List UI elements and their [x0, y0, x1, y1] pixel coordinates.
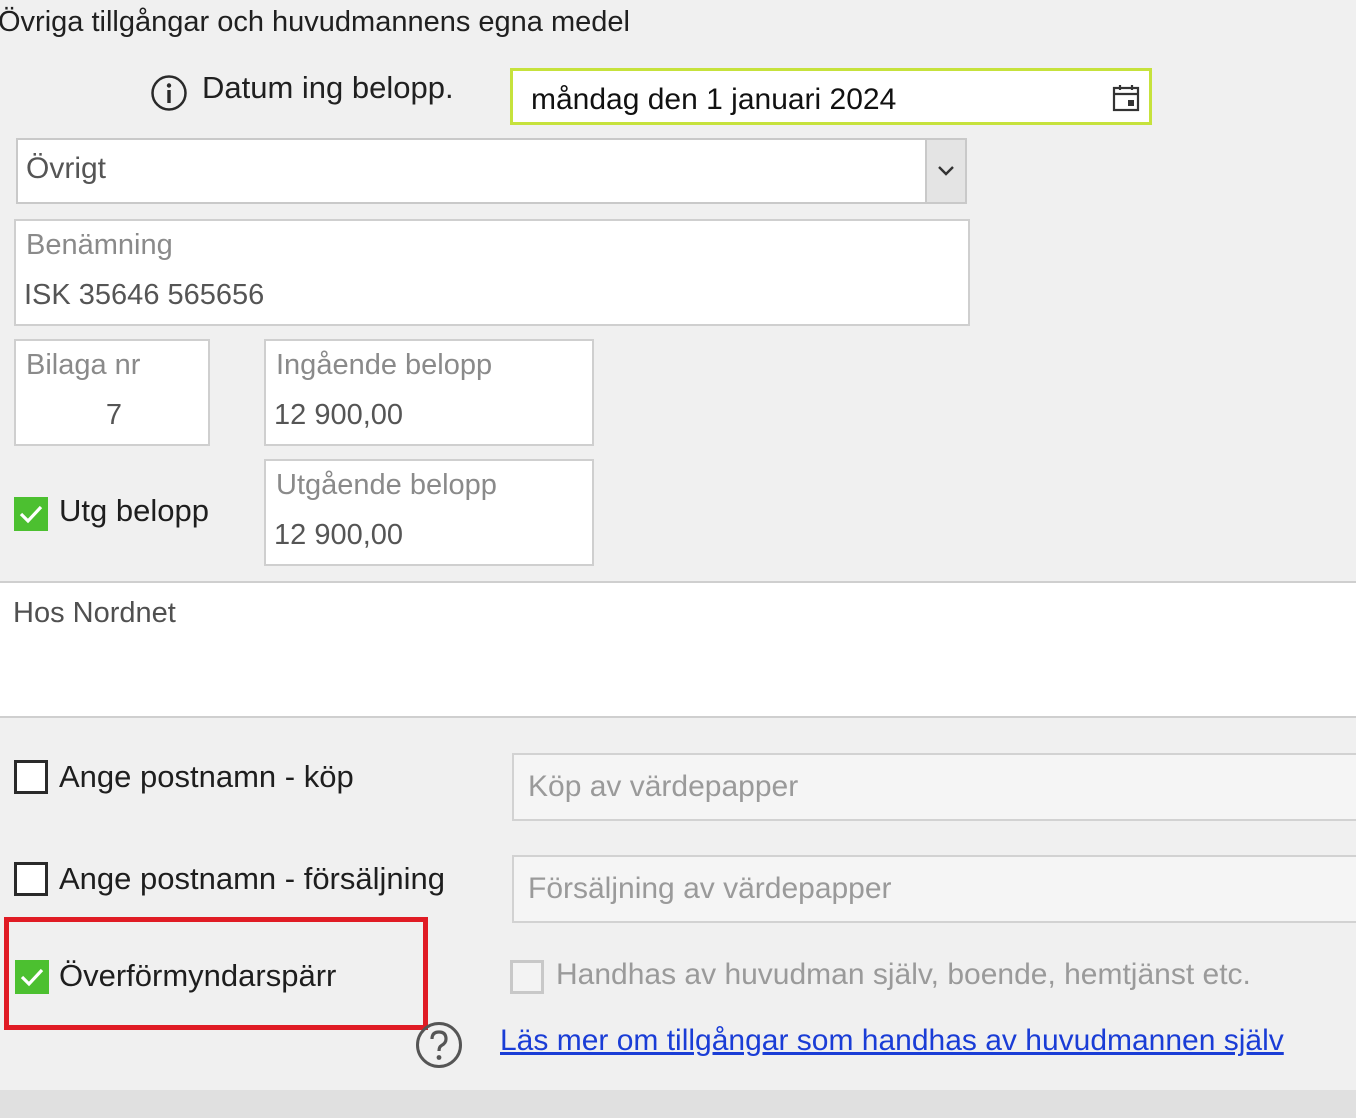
category-dropdown[interactable]: Övrigt — [16, 138, 967, 204]
utgaende-belopp-field[interactable]: Utgående belopp 12 900,00 — [264, 459, 594, 566]
section-title: Övriga tillgångar och huvudmannens egna … — [0, 6, 630, 38]
bilaga-label: Bilaga nr — [26, 349, 141, 381]
category-selected[interactable]: Övrigt — [26, 152, 106, 186]
postnamn-forsaljning-label[interactable]: Ange postnamn - försäljning — [59, 861, 445, 897]
datum-label: Datum ing belopp. — [202, 70, 454, 105]
notes-text[interactable]: Hos Nordnet — [13, 597, 176, 630]
benamning-value[interactable]: ISK 35646 565656 — [24, 279, 264, 312]
dropdown-button[interactable] — [925, 140, 965, 202]
help-icon[interactable] — [414, 1020, 464, 1070]
postnamn-forsaljning-input[interactable]: Försäljning av värdepapper — [512, 855, 1356, 923]
calendar-icon[interactable] — [1111, 83, 1141, 113]
info-icon[interactable] — [150, 74, 188, 112]
benamning-field[interactable]: Benämning ISK 35646 565656 — [14, 219, 970, 326]
postnamn-kop-label[interactable]: Ange postnamn - köp — [59, 759, 354, 795]
ingaende-belopp-field[interactable]: Ingående belopp 12 900,00 — [264, 339, 594, 446]
date-value[interactable]: måndag den 1 januari 2024 — [531, 83, 896, 117]
utgaende-belopp-value[interactable]: 12 900,00 — [274, 519, 403, 552]
ingaende-belopp-label: Ingående belopp — [276, 349, 493, 381]
postnamn-kop-input[interactable]: Köp av värdepapper — [512, 753, 1356, 821]
benamning-label: Benämning — [26, 229, 173, 261]
overformyndarsparr-label[interactable]: Överförmyndarspärr — [59, 958, 336, 994]
handhas-label: Handhas av huvudman själv, boende, hemtj… — [556, 958, 1251, 991]
utg-belopp-checkbox[interactable] — [14, 497, 48, 531]
checkmark-icon — [19, 505, 43, 524]
postnamn-forsaljning-placeholder: Försäljning av värdepapper — [528, 872, 892, 905]
ingaende-belopp-value[interactable]: 12 900,00 — [274, 399, 403, 432]
overformyndarsparr-checkbox[interactable] — [15, 960, 49, 994]
checkmark-icon — [20, 968, 44, 987]
date-picker[interactable]: måndag den 1 januari 2024 — [510, 68, 1152, 125]
chevron-down-icon — [938, 166, 954, 176]
handhas-checkbox[interactable] — [510, 960, 544, 994]
postnamn-forsaljning-checkbox[interactable] — [14, 862, 48, 896]
bottom-toolbar — [0, 1090, 1356, 1118]
utg-belopp-label[interactable]: Utg belopp — [59, 493, 209, 529]
notes-textarea[interactable]: Hos Nordnet — [0, 581, 1356, 718]
postnamn-kop-checkbox[interactable] — [14, 760, 48, 794]
utgaende-belopp-label: Utgående belopp — [276, 469, 497, 501]
postnamn-kop-placeholder: Köp av värdepapper — [528, 770, 799, 803]
help-link[interactable]: Läs mer om tillgångar som handhas av huv… — [500, 1024, 1284, 1058]
bilaga-value[interactable]: 7 — [16, 399, 212, 432]
bilaga-field[interactable]: Bilaga nr 7 — [14, 339, 210, 446]
